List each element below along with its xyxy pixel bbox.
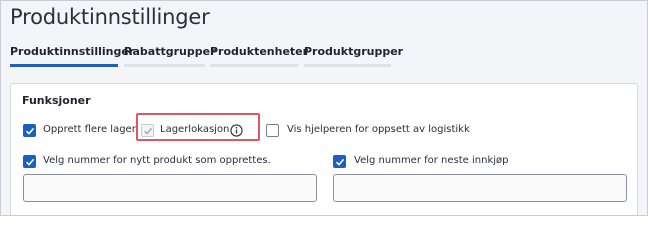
purchase-number-input[interactable]	[333, 174, 627, 202]
checkmark-icon	[143, 127, 152, 135]
storage-location-checkbox[interactable]	[141, 124, 154, 137]
settings-window: Produktinnstillinger Produktinnstillinge…	[0, 0, 648, 216]
functions-card: Funksjoner Opprett flere lager Lagerloka…	[10, 83, 638, 215]
section-title: Funksjoner	[22, 94, 91, 107]
create-multiple-warehouses-checkbox[interactable]	[23, 124, 36, 137]
info-circle-icon[interactable]	[230, 124, 243, 137]
choose-purchase-number-checkbox[interactable]	[333, 155, 346, 168]
tab-produktinnstillinger[interactable]: Produktinnstillinger	[10, 41, 135, 67]
create-multiple-warehouses-label: Opprett flere lager	[43, 124, 136, 135]
tab-rabattgrupper[interactable]: Rabattgrupper	[124, 41, 216, 67]
storage-location-label: Lagerlokasjon	[160, 124, 230, 135]
show-logistics-helper-checkbox[interactable]	[266, 124, 279, 137]
tab-label: Produktenheter	[210, 45, 309, 58]
checkmark-icon	[335, 158, 344, 166]
choose-product-number-label: Velg nummer for nytt produkt som opprett…	[43, 155, 271, 166]
tab-produktenheter[interactable]: Produktenheter	[210, 41, 309, 67]
tab-produktgrupper[interactable]: Produktgrupper	[304, 41, 404, 67]
checkmark-icon	[25, 127, 34, 135]
choose-purchase-number-label: Velg nummer for neste innkjøp	[354, 155, 509, 166]
choose-product-number-checkbox[interactable]	[23, 155, 36, 168]
tab-label: Produktinnstillinger	[10, 45, 135, 58]
checkmark-icon	[25, 158, 34, 166]
product-number-input[interactable]	[23, 174, 317, 202]
page-title: Produktinnstillinger	[10, 5, 210, 29]
tab-label: Rabattgrupper	[124, 45, 216, 58]
show-logistics-helper-label: Vis hjelperen for oppsett av logistikk	[287, 124, 470, 135]
tab-label: Produktgrupper	[304, 45, 404, 58]
